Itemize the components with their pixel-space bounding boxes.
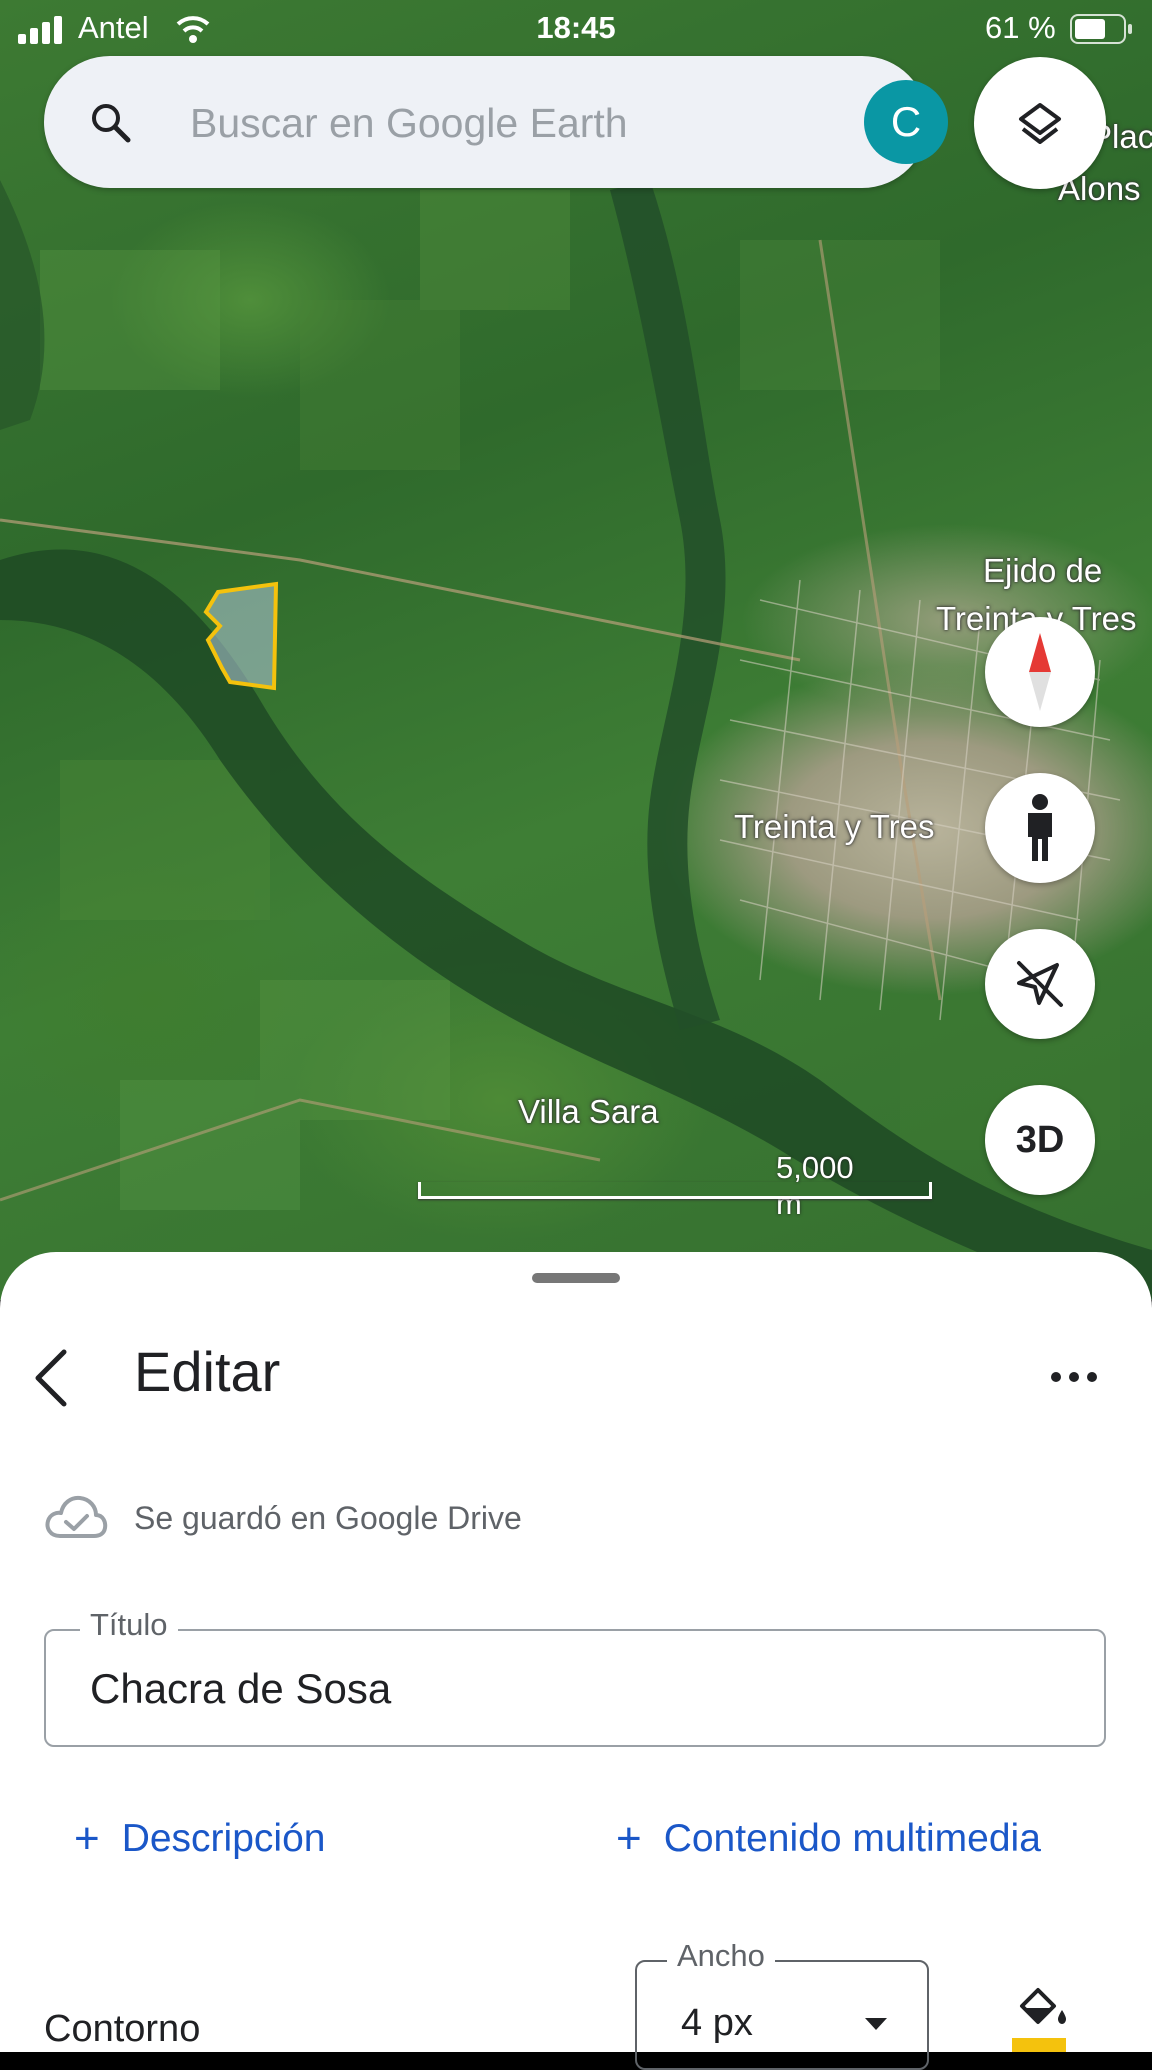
street-view-button[interactable] xyxy=(985,773,1095,883)
plus-icon: + xyxy=(74,1814,100,1863)
saved-status: Se guardó en Google Drive xyxy=(134,1500,522,1536)
layers-icon xyxy=(1019,103,1061,144)
fill-color-icon xyxy=(1020,1988,1066,2024)
title-field[interactable]: Título Chacra de Sosa xyxy=(44,1607,1106,1747)
clock: 18:45 xyxy=(536,10,616,45)
cloud-done-icon xyxy=(45,1495,108,1538)
title-field-label: Título xyxy=(80,1607,178,1643)
sheet-title: Editar xyxy=(134,1340,281,1403)
outline-width-dropdown[interactable]: Ancho 4 px xyxy=(635,1938,929,2070)
layers-button[interactable] xyxy=(974,57,1106,189)
location-off-icon xyxy=(1017,961,1063,1007)
plus-icon: + xyxy=(616,1814,642,1863)
compass-button[interactable] xyxy=(985,617,1095,727)
pegman-icon xyxy=(1028,794,1052,861)
more-options-icon[interactable] xyxy=(1050,1370,1098,1384)
search-placeholder: Buscar en Google Earth xyxy=(190,100,628,146)
compass-icon xyxy=(1029,633,1051,711)
dropdown-arrow-icon xyxy=(865,2018,887,2030)
search-bar[interactable]: Buscar en Google Earth C xyxy=(44,56,948,188)
battery-percent: 61 % xyxy=(985,10,1056,45)
sheet-drag-handle[interactable] xyxy=(532,1273,620,1283)
satellite-map[interactable]: Plac Alons Ejido de Treinta y Tres Trein… xyxy=(0,0,1152,1300)
map-label-villa: Villa Sara xyxy=(518,1093,659,1130)
outline-width-label: Ancho xyxy=(667,1938,775,1974)
add-description-button[interactable]: + Descripción xyxy=(74,1814,325,1864)
search-icon xyxy=(92,104,131,143)
location-button[interactable] xyxy=(985,929,1095,1039)
back-arrow-icon[interactable] xyxy=(30,1346,70,1410)
map-label-city: Treinta y Tres xyxy=(734,808,935,845)
battery-icon xyxy=(1070,14,1132,44)
three-d-button[interactable]: 3D xyxy=(985,1085,1095,1195)
edit-sheet: Editar Se guardó en Google Drive Título … xyxy=(0,1252,1152,2070)
avatar[interactable]: C xyxy=(864,80,948,164)
outline-width-value: 4 px xyxy=(681,2002,753,2044)
outline-color-swatch xyxy=(1012,2038,1066,2052)
scale-line xyxy=(418,1182,932,1199)
add-media-label: Contenido multimedia xyxy=(663,1817,1041,1860)
map-label-ejido-line-1: Ejido de xyxy=(983,552,1103,589)
outline-label: Contorno xyxy=(44,2008,201,2050)
add-description-label: Descripción xyxy=(121,1817,326,1860)
status-bar: Antel 18:45 61 % xyxy=(0,0,1152,56)
add-media-button[interactable]: + Contenido multimedia xyxy=(616,1814,1041,1864)
outline-color-button[interactable] xyxy=(1010,1982,1070,2052)
title-field-value[interactable]: Chacra de Sosa xyxy=(90,1665,391,1713)
